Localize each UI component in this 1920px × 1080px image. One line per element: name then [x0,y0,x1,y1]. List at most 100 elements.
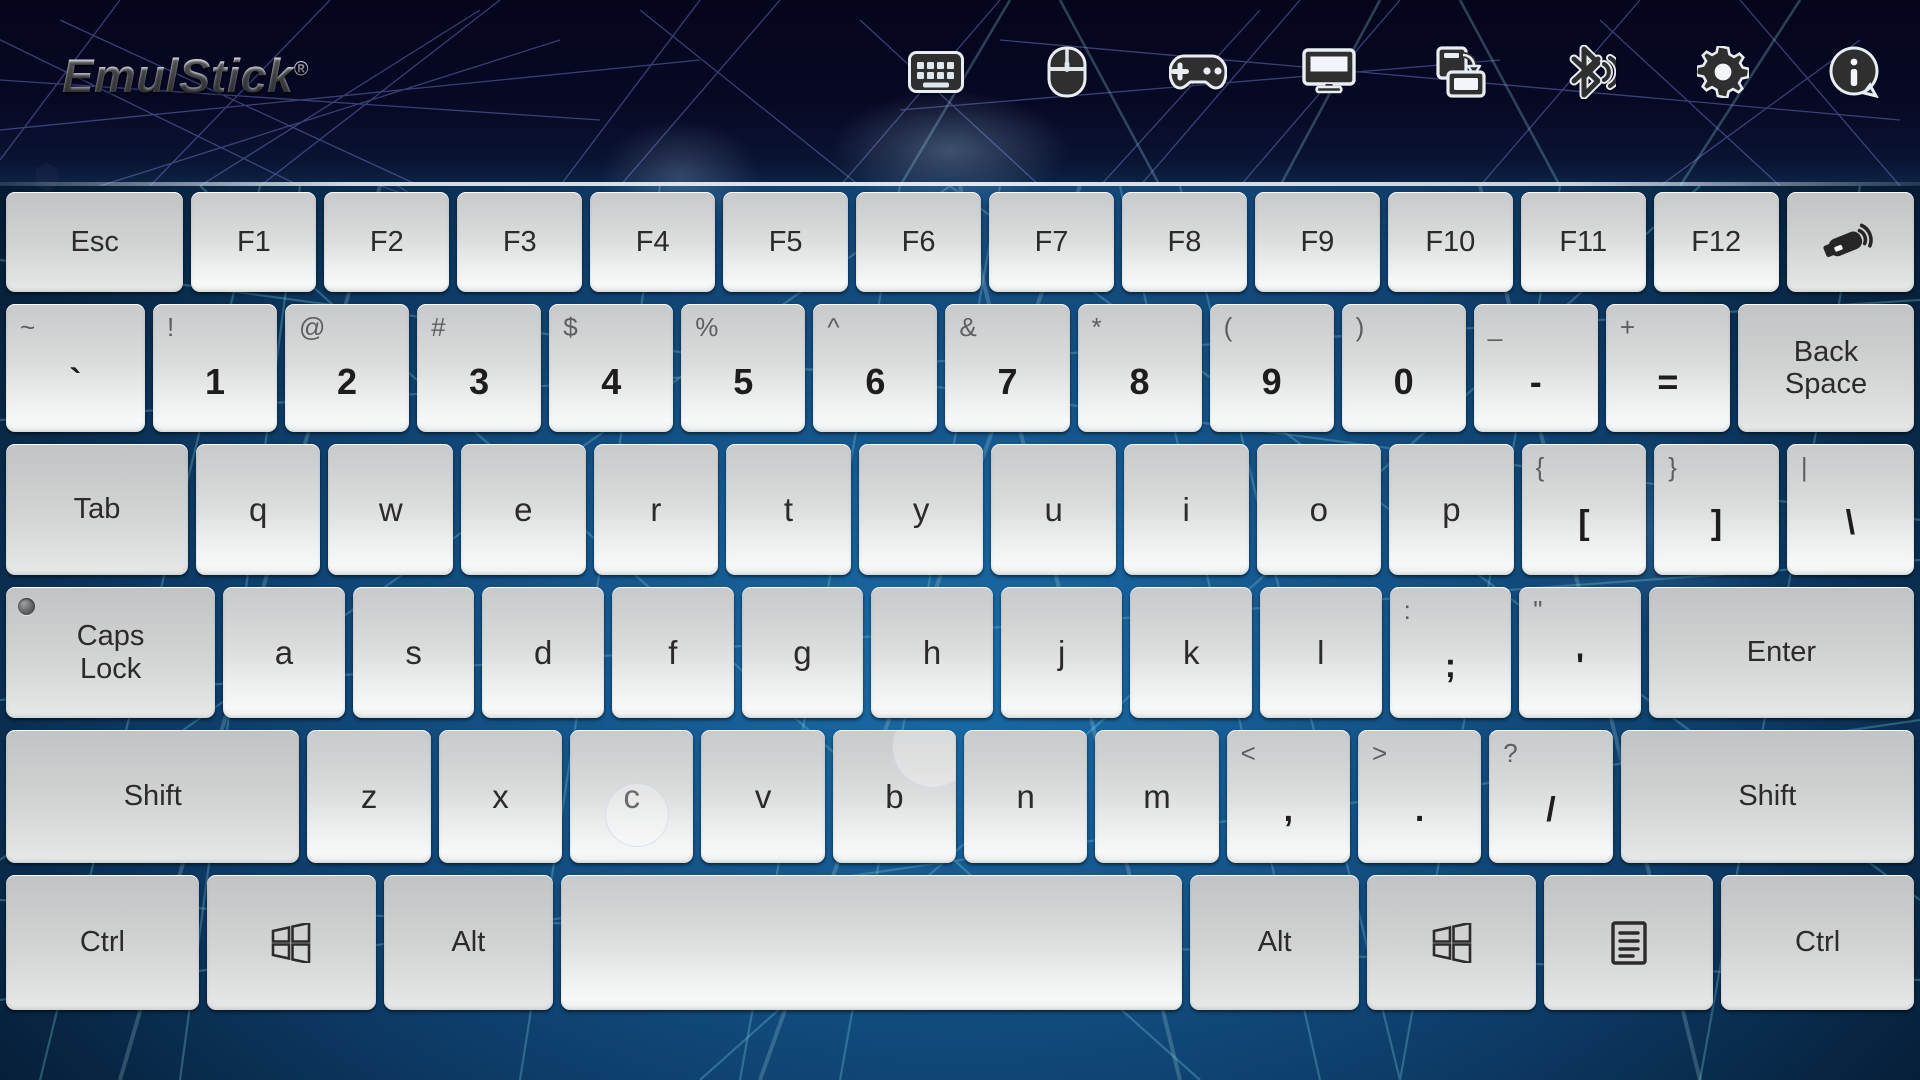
number-row: ~ `! 1 @2 #3 $4% 5 ^ 6 & 7 * 8(9) 0 _ - + = Back Space [2,298,1918,438]
key-[[interactable]: {[ [1521,444,1647,575]
key-label: Alt [1257,926,1292,959]
key-f8[interactable]: F8 [1121,192,1247,292]
info-icon[interactable] [1818,38,1890,106]
key-v[interactable]: v [701,730,825,863]
key-`[interactable]: ~ ` [6,304,145,432]
space-bar[interactable] [560,875,1183,1010]
key-2[interactable]: @2 [285,304,410,432]
key-8[interactable]: * 8 [1077,304,1202,432]
key-p[interactable]: p [1389,444,1514,575]
display-icon[interactable] [1293,38,1365,106]
key-back-space[interactable]: Back Space [1737,304,1915,432]
context-menu-icon [1610,920,1647,965]
key-g[interactable]: g [741,587,864,718]
key-label: F8 [1167,225,1202,258]
key-e[interactable]: e [461,444,586,575]
key-context-menu[interactable] [1544,875,1714,1010]
key-5[interactable]: % 5 [681,304,806,432]
key-windows[interactable] [1367,875,1537,1010]
key-\[interactable]: | \ [1786,444,1914,575]
key-ctrl[interactable]: Ctrl [6,875,199,1010]
key-=[interactable]: + = [1605,304,1730,432]
key-b[interactable]: b [832,730,957,863]
key-caps-lock[interactable]: Caps Lock [6,587,216,718]
backup-icon[interactable] [1425,38,1497,106]
key-i[interactable]: i [1123,444,1249,575]
key-q[interactable]: q [195,444,321,575]
key-w[interactable]: w [328,444,454,575]
key-alt[interactable]: Alt [383,875,553,1010]
key-m[interactable]: m [1095,730,1219,863]
key-,[interactable]: <, [1226,730,1350,863]
key-7[interactable]: & 7 [945,304,1070,432]
key-f[interactable]: f [612,587,734,718]
key-][interactable]: }] [1654,444,1779,575]
key-x[interactable]: x [438,730,563,863]
key-f5[interactable]: F5 [723,192,849,292]
key-f11[interactable]: F11 [1520,192,1646,292]
key-a[interactable]: a [223,587,345,718]
key-windows[interactable] [206,875,376,1010]
key-alt[interactable]: Alt [1190,875,1360,1010]
mouse-icon[interactable] [1031,38,1103,106]
key-label: m [1143,778,1171,815]
key-esc[interactable]: Esc [6,192,184,292]
key-ctrl[interactable]: Ctrl [1721,875,1914,1010]
key-j[interactable]: j [1000,587,1123,718]
key-shifted-legend: } [1668,452,1677,482]
key-t[interactable]: t [726,444,851,575]
key-y[interactable]: y [858,444,984,575]
key-r[interactable]: r [593,444,719,575]
key-f2[interactable]: F2 [324,192,450,292]
key-9[interactable]: (9 [1209,304,1334,432]
key-z[interactable]: z [307,730,431,863]
windows-icon [270,922,312,963]
key-base-legend: 6 [865,361,886,403]
key-f1[interactable]: F1 [191,192,317,292]
key-o[interactable]: o [1256,444,1382,575]
key-f12[interactable]: F12 [1653,192,1779,292]
key-3[interactable]: #3 [417,304,542,432]
bluetooth-icon[interactable] [1556,38,1628,106]
key-d[interactable]: d [482,587,604,718]
gamepad-icon[interactable] [1162,38,1234,106]
key-label: F9 [1300,225,1335,258]
top-letter-row: Tab q w e r t y u i o p{[}] | \ [2,438,1918,581]
key-n[interactable]: n [964,730,1088,863]
key-f10[interactable]: F10 [1387,192,1513,292]
key-l[interactable]: l [1260,587,1382,718]
key-shift[interactable]: Shift [6,730,300,863]
key-base-legend: . [1414,790,1425,829]
key-k[interactable]: k [1130,587,1253,718]
key-f7[interactable]: F7 [989,192,1114,292]
key-base-legend: 1 [204,361,225,403]
key-f3[interactable]: F3 [457,192,583,292]
key-enter[interactable]: Enter [1648,587,1914,718]
key-f6[interactable]: F6 [856,192,982,292]
key-usb-dongle[interactable] [1786,192,1915,292]
key-1[interactable]: ! 1 [152,304,278,432]
key-c[interactable]: c [570,730,694,863]
key-4[interactable]: $4 [549,304,674,432]
key-label: b [885,778,904,815]
key-u[interactable]: u [991,444,1116,575]
key-;[interactable]: :; [1389,587,1512,718]
key-s[interactable]: s [352,587,475,718]
key-6[interactable]: ^ 6 [813,304,938,432]
key-f9[interactable]: F9 [1254,192,1380,292]
key-.[interactable]: >. [1357,730,1482,863]
gear-icon[interactable] [1687,38,1759,106]
key-shifted-legend: ~ [20,312,36,342]
keyboard-icon[interactable] [900,38,972,106]
key-shift[interactable]: Shift [1620,730,1915,863]
key-h[interactable]: h [871,587,993,718]
key-'[interactable]: " ' [1519,587,1641,718]
key-label: Esc [70,225,119,258]
key-/[interactable]: ? / [1489,730,1613,863]
key-0[interactable]: ) 0 [1341,304,1466,432]
key-tab[interactable]: Tab [6,444,188,575]
key-base-legend: ` [69,361,82,403]
key-f4[interactable]: F4 [590,192,716,292]
key-base-legend: , [1283,790,1294,829]
key--[interactable]: _ - [1473,304,1598,432]
